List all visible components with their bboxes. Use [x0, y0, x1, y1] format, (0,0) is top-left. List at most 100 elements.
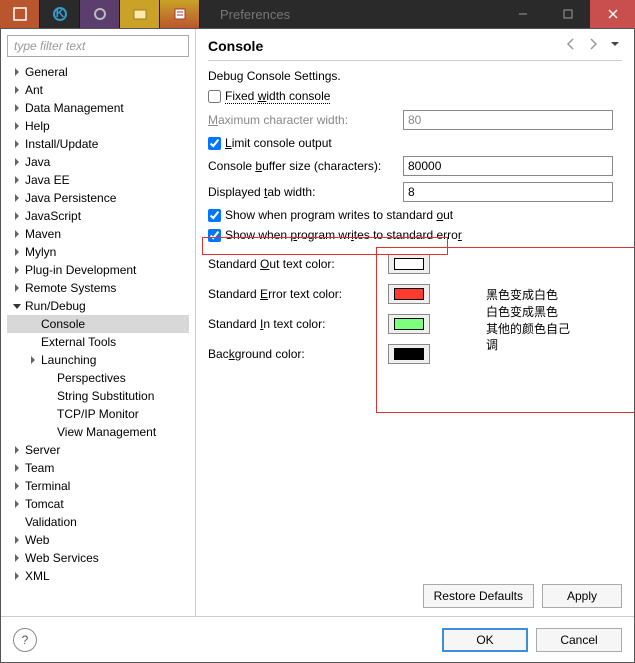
twisty-closed-icon[interactable]	[11, 552, 23, 564]
tree-item-label: Plug-in Development	[25, 263, 136, 277]
tree-item-xml[interactable]: XML	[7, 567, 189, 585]
task-icon-4[interactable]	[120, 0, 160, 28]
tree-item-tcp-ip-monitor[interactable]: TCP/IP Monitor	[7, 405, 189, 423]
stderr-color-label: Standard Error text color:	[208, 287, 388, 301]
tree-item-label: General	[25, 65, 68, 79]
page-title: Console	[208, 38, 263, 54]
tree-item-perspectives[interactable]: Perspectives	[7, 369, 189, 387]
tree-item-java[interactable]: Java	[7, 153, 189, 171]
tree-item-validation[interactable]: Validation	[7, 513, 189, 531]
tree-item-data-management[interactable]: Data Management	[7, 99, 189, 117]
tree-item-run-debug[interactable]: Run/Debug	[7, 297, 189, 315]
nav-fwd-icon[interactable]	[586, 37, 600, 54]
nav-menu-icon[interactable]	[608, 37, 622, 54]
twisty-closed-icon[interactable]	[11, 138, 23, 150]
tree-item-java-persistence[interactable]: Java Persistence	[7, 189, 189, 207]
apply-button[interactable]: Apply	[542, 584, 622, 608]
tree-item-web[interactable]: Web	[7, 531, 189, 549]
twisty-closed-icon[interactable]	[11, 120, 23, 132]
tree-item-ant[interactable]: Ant	[7, 81, 189, 99]
help-icon[interactable]: ?	[13, 628, 37, 652]
twisty-closed-icon[interactable]	[11, 66, 23, 78]
restore-defaults-button[interactable]: Restore Defaults	[423, 584, 534, 608]
task-icon-3[interactable]	[80, 0, 120, 28]
tree-item-label: Web Services	[25, 551, 99, 565]
tab-width-label: Displayed tab width:	[208, 185, 403, 199]
tree-item-label: Team	[25, 461, 54, 475]
twisty-closed-icon[interactable]	[11, 498, 23, 510]
close-button[interactable]	[590, 0, 635, 28]
minimize-button[interactable]	[500, 0, 545, 28]
preference-tree[interactable]: General AntData Management Help Install/Upd…	[7, 63, 189, 610]
tree-item-view-management[interactable]: View Management	[7, 423, 189, 441]
tree-item-launching[interactable]: Launching	[7, 351, 189, 369]
nav-back-icon[interactable]	[564, 37, 578, 54]
tree-item-help[interactable]: Help	[7, 117, 189, 135]
twisty-closed-icon[interactable]	[11, 246, 23, 258]
tree-item-server[interactable]: Server	[7, 441, 189, 459]
tree-item-remote-systems[interactable]: Remote Systems	[7, 279, 189, 297]
stdout-color-button[interactable]	[388, 254, 430, 274]
twisty-closed-icon[interactable]	[11, 570, 23, 582]
twisty-closed-icon[interactable]	[11, 102, 23, 114]
twisty-open-icon[interactable]	[11, 300, 23, 312]
bg-color-label: Background color:	[208, 347, 388, 361]
filter-input[interactable]	[7, 35, 189, 57]
tab-width-input[interactable]	[403, 182, 613, 202]
tree-item-java-ee[interactable]: Java EE	[7, 171, 189, 189]
show-stderr-checkbox[interactable]	[208, 229, 221, 242]
tree-item-mylyn[interactable]: Mylyn	[7, 243, 189, 261]
cancel-button[interactable]: Cancel	[536, 628, 622, 652]
task-icon-1[interactable]	[0, 0, 40, 28]
bg-color-button[interactable]	[388, 344, 430, 364]
twisty-closed-icon[interactable]	[11, 444, 23, 456]
twisty-closed-icon[interactable]	[11, 534, 23, 546]
tree-item-general[interactable]: General	[7, 63, 189, 81]
buffer-input[interactable]	[403, 156, 613, 176]
task-icon-5[interactable]	[160, 0, 200, 28]
twisty-closed-icon[interactable]	[11, 84, 23, 96]
show-stdout-label: Show when program writes to standard out	[225, 208, 453, 222]
twisty-closed-icon[interactable]	[11, 462, 23, 474]
tree-item-label: XML	[25, 569, 50, 583]
twisty-closed-icon[interactable]	[11, 480, 23, 492]
tree-item-javascript[interactable]: JavaScript	[7, 207, 189, 225]
twisty-closed-icon[interactable]	[11, 156, 23, 168]
tree-item-label: Help	[25, 119, 50, 133]
twisty-closed-icon[interactable]	[27, 354, 39, 366]
tree-item-install-update[interactable]: Install/Update	[7, 135, 189, 153]
stderr-color-button[interactable]	[388, 284, 430, 304]
tree-item-label: Run/Debug	[25, 299, 86, 313]
tree-item-label: Terminal	[25, 479, 70, 493]
tree-item-string-substitution[interactable]: String Substitution	[7, 387, 189, 405]
tree-item-web-services[interactable]: Web Services	[7, 549, 189, 567]
twisty-closed-icon[interactable]	[11, 282, 23, 294]
stdin-color-button[interactable]	[388, 314, 430, 334]
ok-button[interactable]: OK	[442, 628, 528, 652]
twisty-closed-icon[interactable]	[11, 192, 23, 204]
tree-item-label: Java Persistence	[25, 191, 116, 205]
twisty-none	[43, 372, 55, 384]
tree-item-label: Remote Systems	[25, 281, 116, 295]
show-stdout-checkbox[interactable]	[208, 209, 221, 222]
right-panel: Console Debug Console Settings. Fixed wi…	[196, 29, 634, 616]
settings-desc: Debug Console Settings.	[208, 69, 622, 83]
twisty-closed-icon[interactable]	[11, 228, 23, 240]
twisty-closed-icon[interactable]	[11, 264, 23, 276]
limit-output-checkbox[interactable]	[208, 137, 221, 150]
twisty-closed-icon[interactable]	[11, 210, 23, 222]
tree-item-terminal[interactable]: Terminal	[7, 477, 189, 495]
tree-item-console[interactable]: Console	[7, 315, 189, 333]
tree-item-maven[interactable]: Maven	[7, 225, 189, 243]
tree-item-external-tools[interactable]: External Tools	[7, 333, 189, 351]
tree-item-tomcat[interactable]: Tomcat	[7, 495, 189, 513]
twisty-closed-icon[interactable]	[11, 174, 23, 186]
tree-item-team[interactable]: Team	[7, 459, 189, 477]
maximize-button[interactable]	[545, 0, 590, 28]
twisty-none	[11, 516, 23, 528]
task-icon-2[interactable]: K	[40, 0, 80, 28]
fixed-width-checkbox[interactable]	[208, 90, 221, 103]
tree-item-plug-in-development[interactable]: Plug-in Development	[7, 261, 189, 279]
tree-item-label: View Management	[57, 425, 156, 439]
tree-item-label: Mylyn	[25, 245, 56, 259]
